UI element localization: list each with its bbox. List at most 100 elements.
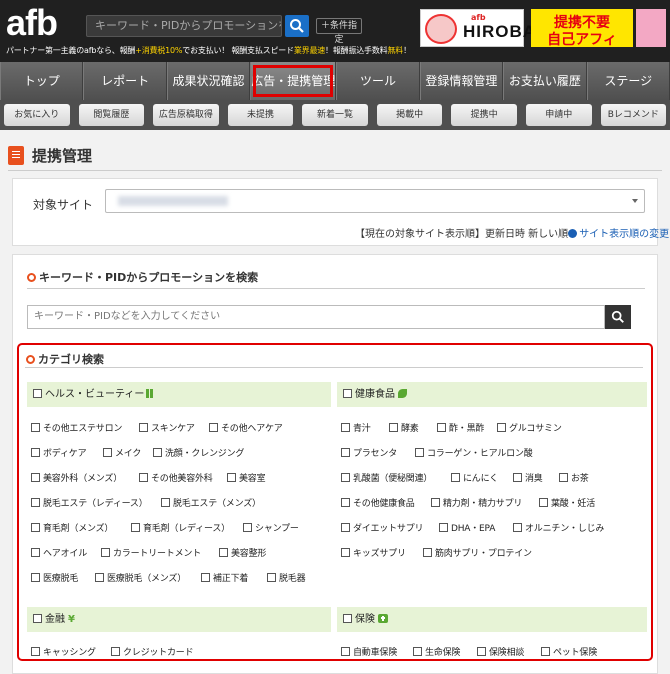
option-checkbox[interactable]: クレジットカード bbox=[111, 645, 194, 658]
site-panel: 対象サイト 【現在の対象サイト表示順】更新日時 新しい順 サイト表示順の変更 bbox=[12, 178, 669, 246]
search-icon bbox=[611, 310, 624, 323]
subnav-ad-materials[interactable]: 広告原稿取得 bbox=[153, 104, 219, 126]
option-checkbox[interactable]: 育毛剤（メンズ） bbox=[31, 521, 113, 534]
option-checkbox[interactable]: 筋肉サプリ・プロテイン bbox=[423, 546, 532, 559]
option-checkbox[interactable]: 乳酸菌（便秘関連） bbox=[341, 471, 432, 484]
option-checkbox[interactable]: 美容整形 bbox=[219, 546, 266, 559]
option-checkbox[interactable]: 自動車保険 bbox=[341, 645, 397, 658]
afb-logo[interactable]: afb bbox=[6, 5, 58, 41]
checkbox[interactable] bbox=[33, 389, 42, 398]
nav-top[interactable]: トップ bbox=[0, 62, 84, 100]
option-checkbox[interactable]: 洗顔・クレンジング bbox=[153, 446, 244, 459]
option-checkbox[interactable]: その他ヘアケア bbox=[209, 421, 283, 434]
search-icon bbox=[290, 19, 304, 33]
category-search: カテゴリ検索 ヘルス・ビューティー その他エステサロン スキンケア その他ヘアケ… bbox=[17, 343, 653, 661]
site-select[interactable] bbox=[105, 189, 645, 213]
hiroba-banner[interactable]: afb HIROBA bbox=[420, 9, 535, 47]
nav-stage[interactable]: ステージ bbox=[586, 62, 670, 100]
option-checkbox[interactable]: お茶 bbox=[559, 471, 589, 484]
group-health-beauty[interactable]: ヘルス・ビューティー bbox=[27, 382, 331, 407]
option-checkbox[interactable]: DHA・EPA bbox=[439, 521, 495, 534]
divider bbox=[25, 367, 643, 368]
beauty-icon bbox=[146, 389, 150, 398]
nav-payment-history[interactable]: お支払い履歴 bbox=[503, 62, 587, 100]
option-checkbox[interactable]: ペット保険 bbox=[541, 645, 597, 658]
header-search-input[interactable]: キーワード・PIDからプロモーションを検索 bbox=[86, 15, 282, 37]
option-checkbox[interactable]: 消臭 bbox=[513, 471, 543, 484]
option-checkbox[interactable]: 育毛剤（レディース） bbox=[131, 521, 230, 534]
option-checkbox[interactable]: 補正下着 bbox=[201, 571, 248, 584]
page-title: 提携管理 bbox=[32, 147, 93, 165]
option-checkbox[interactable]: 医療脱毛（メンズ） bbox=[95, 571, 186, 584]
keyword-input[interactable]: キーワード・PIDなどを入力してください bbox=[27, 305, 605, 329]
option-checkbox[interactable]: 酵素 bbox=[389, 421, 419, 434]
group-insurance[interactable]: 保険 bbox=[337, 607, 647, 632]
divider bbox=[8, 170, 662, 171]
subnav-favorites[interactable]: お気に入り bbox=[4, 104, 70, 126]
main-nav: トップ レポート 成果状況確認 広告・提携管理 ツール 登録情報管理 お支払い履… bbox=[0, 62, 670, 100]
circle-icon bbox=[26, 355, 35, 364]
option-checkbox[interactable]: 美容室 bbox=[227, 471, 266, 484]
subnav-new[interactable]: 新着一覧 bbox=[302, 104, 368, 126]
option-checkbox[interactable]: 脱毛器 bbox=[267, 571, 306, 584]
option-checkbox[interactable]: 青汁 bbox=[341, 421, 371, 434]
condition-button[interactable]: ＋条件指定 bbox=[316, 18, 362, 45]
side-banner[interactable] bbox=[636, 9, 666, 47]
category-heading: カテゴリ検索 bbox=[26, 351, 104, 367]
chevron-down-icon bbox=[632, 199, 638, 203]
option-checkbox[interactable]: 脱毛エステ（レディース） bbox=[31, 496, 148, 509]
option-checkbox[interactable]: グルコサミン bbox=[497, 421, 562, 434]
option-checkbox[interactable]: ダイエットサプリ bbox=[341, 521, 424, 534]
nav-report[interactable]: レポート bbox=[83, 62, 167, 100]
subnav-published[interactable]: 掲載中 bbox=[376, 104, 443, 126]
nav-results[interactable]: 成果状況確認 bbox=[166, 62, 251, 100]
option-checkbox[interactable]: 保険相談 bbox=[477, 645, 524, 658]
checkbox[interactable] bbox=[33, 614, 42, 623]
checkbox[interactable] bbox=[343, 614, 352, 623]
subnav-applying[interactable]: 申請中 bbox=[525, 104, 592, 126]
option-checkbox[interactable]: 脱毛エステ（メンズ） bbox=[161, 496, 261, 509]
subnav-not-partnered[interactable]: 未提携 bbox=[227, 104, 294, 126]
header-search-button[interactable] bbox=[285, 15, 309, 37]
nav-registration[interactable]: 登録情報管理 bbox=[419, 62, 504, 100]
option-checkbox[interactable]: カラートリートメント bbox=[101, 546, 201, 559]
order-line: 【現在の対象サイト表示順】更新日時 新しい順 サイト表示順の変更 bbox=[355, 229, 670, 240]
option-checkbox[interactable]: 精力剤・精力サプリ bbox=[431, 496, 522, 509]
circle-icon bbox=[27, 273, 36, 282]
option-checkbox[interactable]: 美容外科（メンズ） bbox=[31, 471, 122, 484]
option-checkbox[interactable]: スキンケア bbox=[139, 421, 195, 434]
option-checkbox[interactable]: にんにく bbox=[451, 471, 498, 484]
keyword-search-button[interactable] bbox=[605, 305, 631, 329]
subnav-b-recommend[interactable]: Bレコメンド bbox=[600, 104, 667, 126]
medical-plus-icon bbox=[378, 614, 388, 623]
option-checkbox[interactable]: コラーゲン・ヒアルロン酸 bbox=[415, 446, 533, 459]
option-checkbox[interactable]: 酢・黒酢 bbox=[437, 421, 484, 434]
option-checkbox[interactable]: ヘアオイル bbox=[31, 546, 87, 559]
yen-icon: ¥ bbox=[68, 614, 75, 625]
subnav-partnered[interactable]: 提携中 bbox=[451, 104, 517, 126]
option-checkbox[interactable]: ボディケア bbox=[31, 446, 87, 459]
subnav-history[interactable]: 閲覧履歴 bbox=[78, 104, 145, 126]
option-checkbox[interactable]: キッズサプリ bbox=[341, 546, 406, 559]
option-checkbox[interactable]: プラセンタ bbox=[341, 446, 397, 459]
mascot-icon bbox=[425, 14, 457, 44]
option-checkbox[interactable]: シャンプー bbox=[243, 521, 299, 534]
group-health-food[interactable]: 健康食品 bbox=[337, 382, 647, 407]
option-checkbox[interactable]: その他美容外科 bbox=[139, 471, 213, 484]
tagline: パートナー第一主義のafbなら、報酬+消費税10%でお支払い！ 報酬支払スピード… bbox=[6, 46, 411, 55]
option-checkbox[interactable]: キャッシング bbox=[31, 645, 96, 658]
order-change-link[interactable]: サイト表示順の変更 bbox=[568, 229, 669, 240]
option-checkbox[interactable]: 生命保険 bbox=[413, 645, 460, 658]
option-checkbox[interactable]: その他健康食品 bbox=[341, 496, 415, 509]
option-checkbox[interactable]: 医療脱毛 bbox=[31, 571, 78, 584]
option-checkbox[interactable]: その他エステサロン bbox=[31, 421, 122, 434]
self-affiliate-banner[interactable]: 提携不要 自己アフィ bbox=[531, 9, 633, 48]
option-checkbox[interactable]: 葉酸・妊活 bbox=[539, 496, 595, 509]
arrow-circle-icon bbox=[568, 229, 578, 238]
group-finance[interactable]: 金融 ¥ bbox=[27, 607, 331, 632]
checkbox[interactable] bbox=[343, 389, 352, 398]
nav-ad-management[interactable]: 広告・提携管理 bbox=[250, 62, 337, 100]
option-checkbox[interactable]: メイク bbox=[103, 446, 141, 459]
nav-tools[interactable]: ツール bbox=[336, 62, 420, 100]
option-checkbox[interactable]: オルニチン・しじみ bbox=[513, 521, 604, 534]
